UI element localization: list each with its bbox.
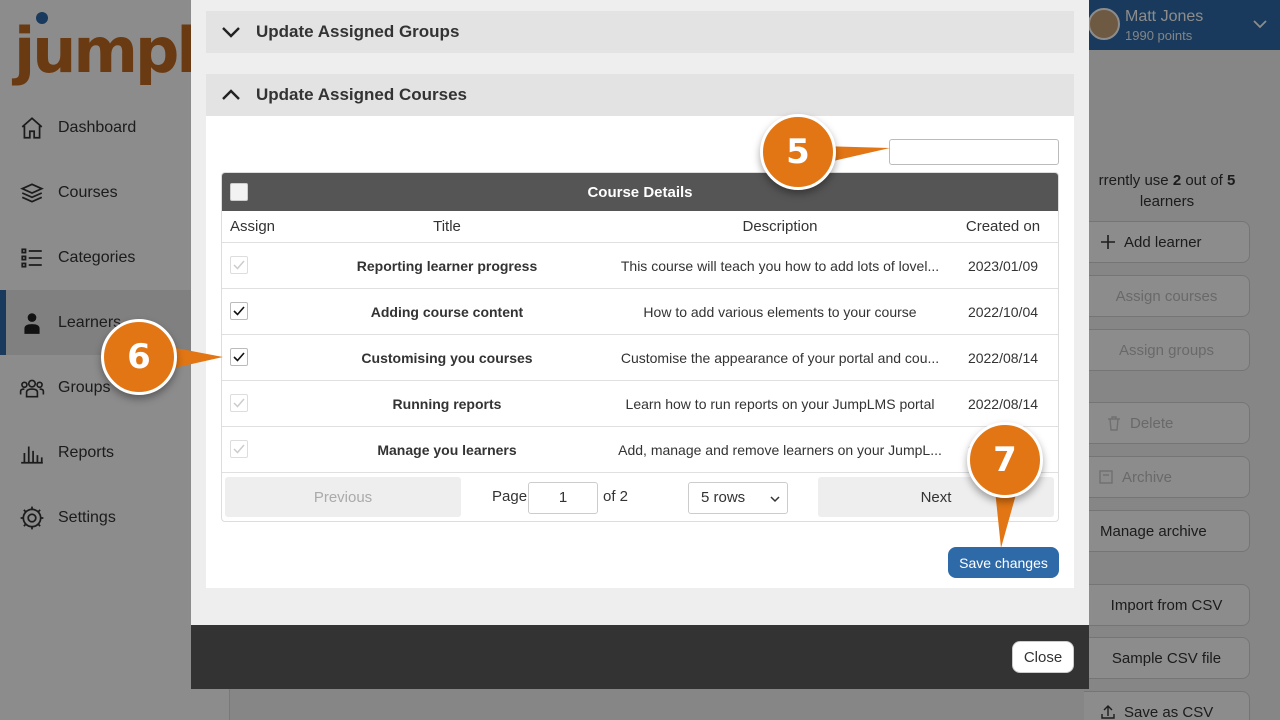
courses-accordion-panel: Course Details Assign Title Description … xyxy=(206,116,1074,588)
search-input[interactable] xyxy=(889,139,1059,165)
chevron-up-icon xyxy=(222,89,240,100)
assign-cell xyxy=(222,440,282,459)
page-number-input[interactable]: 1 xyxy=(528,482,598,514)
course-title: Adding course content xyxy=(370,303,524,320)
assign-checkbox[interactable] xyxy=(230,440,248,458)
previous-page-button[interactable]: Previous xyxy=(225,477,461,517)
callout-7: 7 xyxy=(967,422,1043,498)
table-row[interactable]: Customising you courses Customise the ap… xyxy=(222,335,1058,381)
groups-accordion-title: Update Assigned Groups xyxy=(256,22,460,41)
table-row[interactable]: Running reports Learn how to run reports… xyxy=(222,381,1058,427)
rows-per-page-value: 5 rows xyxy=(701,489,746,506)
table-header-row: Assign Title Description Created on xyxy=(222,211,1058,243)
courses-accordion-title: Update Assigned Courses xyxy=(256,85,467,104)
edit-learner-modal: Update Assigned Groups Update Assigned C… xyxy=(191,0,1089,689)
rows-per-page-select[interactable]: 5 rows xyxy=(688,482,788,514)
save-changes-button[interactable]: Save changes xyxy=(948,547,1059,578)
column-header-assign[interactable]: Assign xyxy=(222,218,282,235)
table-row[interactable]: Adding course content How to add various… xyxy=(222,289,1058,335)
callout-6: 6 xyxy=(101,319,177,395)
course-title: Running reports xyxy=(392,395,502,412)
table-row[interactable]: Manage you learners Add, manage and remo… xyxy=(222,427,1058,473)
groups-accordion-header[interactable]: Update Assigned Groups xyxy=(206,11,1074,53)
course-description: Add, manage and remove learners on your … xyxy=(618,441,942,458)
select-all-checkbox[interactable] xyxy=(230,183,248,201)
courses-accordion-header[interactable]: Update Assigned Courses xyxy=(206,74,1074,116)
course-description: How to add various elements to your cour… xyxy=(643,303,917,320)
page-label: Page xyxy=(492,488,528,505)
assign-cell xyxy=(222,348,282,367)
column-header-title[interactable]: Title xyxy=(282,218,612,235)
course-description: Learn how to run reports on your JumpLMS… xyxy=(625,395,935,412)
course-description: This course will teach you how to add lo… xyxy=(620,257,940,274)
course-created: 2022/08/14 xyxy=(967,349,1039,366)
callout-5: 5 xyxy=(760,114,836,190)
course-created: 2022/10/04 xyxy=(967,303,1039,320)
page-total: of 2 xyxy=(603,488,629,505)
modal-footer: Close xyxy=(191,625,1089,689)
assign-checkbox[interactable] xyxy=(230,256,248,274)
modal-body: Update Assigned Groups Update Assigned C… xyxy=(191,0,1089,625)
course-description: Customise the appearance of your portal … xyxy=(620,349,940,366)
chevron-down-icon xyxy=(222,27,240,38)
table-title-bar: Course Details xyxy=(222,173,1058,211)
assign-checkbox[interactable] xyxy=(230,348,248,366)
assign-checkbox[interactable] xyxy=(230,394,248,412)
assign-cell xyxy=(222,302,282,321)
column-header-created[interactable]: Created on xyxy=(948,218,1058,235)
close-button[interactable]: Close xyxy=(1012,641,1074,673)
course-created: 2023/01/09 xyxy=(967,257,1039,274)
assign-cell xyxy=(222,256,282,275)
chevron-down-icon xyxy=(770,496,780,503)
table-row[interactable]: Reporting learner progress This course w… xyxy=(222,243,1058,289)
table-pagination: Previous Page 1 of 2 5 rows Next xyxy=(222,473,1058,521)
course-created: 2022/08/14 xyxy=(967,395,1039,412)
course-title: Reporting learner progress xyxy=(356,257,538,274)
course-title: Manage you learners xyxy=(377,441,517,458)
assign-cell xyxy=(222,394,282,413)
table-title: Course Details xyxy=(587,183,693,201)
course-title: Customising you courses xyxy=(361,349,533,366)
course-table: Course Details Assign Title Description … xyxy=(221,172,1059,522)
column-header-description[interactable]: Description xyxy=(612,218,948,235)
assign-checkbox[interactable] xyxy=(230,302,248,320)
